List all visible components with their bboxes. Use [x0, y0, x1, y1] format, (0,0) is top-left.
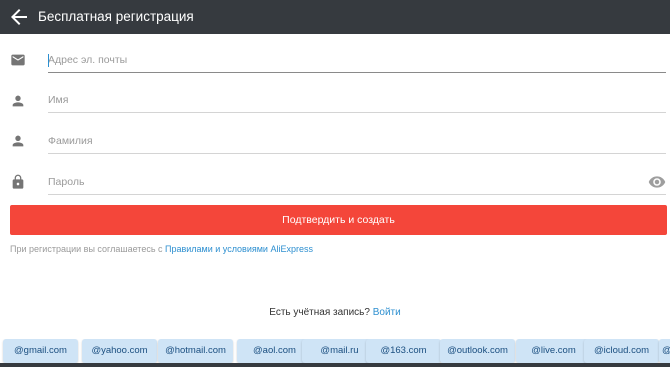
- domain-chip-live[interactable]: @live.com: [516, 339, 591, 363]
- domain-chip-partial[interactable]: @g: [659, 339, 670, 363]
- password-field[interactable]: [48, 171, 643, 193]
- domain-chip-aol[interactable]: @aol.com: [237, 339, 312, 363]
- bottom-bar: [0, 363, 670, 367]
- terms-prefix: При регистрации вы соглашаетесь с: [10, 244, 166, 254]
- login-prompt-text: Есть учётная запись?: [269, 307, 370, 318]
- show-password-toggle[interactable]: [648, 175, 666, 189]
- mail-icon: [11, 54, 25, 66]
- eye-icon: [648, 176, 666, 188]
- domain-chip-163[interactable]: @163.com: [366, 339, 441, 363]
- text-caret: [48, 54, 49, 67]
- email-underline: [48, 72, 666, 73]
- first-name-field[interactable]: [48, 89, 666, 111]
- domain-chip-gmail[interactable]: @gmail.com: [3, 339, 78, 363]
- terms-link[interactable]: Правилами и условиями AliExpress: [165, 244, 313, 254]
- email-field[interactable]: [48, 49, 666, 71]
- first-name-underline: [48, 112, 666, 113]
- page-title: Бесплатная регистрация: [38, 9, 194, 24]
- last-name-field[interactable]: [48, 130, 666, 152]
- domain-chip-outlook[interactable]: @outlook.com: [440, 339, 515, 363]
- last-name-underline: [48, 153, 666, 154]
- email-domain-chips: @gmail.com @yahoo.com @hotmail.com @aol.…: [0, 339, 670, 363]
- domain-chip-hotmail[interactable]: @hotmail.com: [158, 339, 233, 363]
- person-icon: [12, 135, 24, 147]
- password-underline: [48, 194, 666, 195]
- domain-chip-yahoo[interactable]: @yahoo.com: [82, 339, 157, 363]
- arrow-left-icon: [11, 9, 27, 25]
- submit-button[interactable]: Подтвердить и создать: [10, 205, 667, 235]
- back-button[interactable]: [7, 5, 31, 29]
- person-icon: [12, 95, 24, 107]
- domain-chip-icloud[interactable]: @icloud.com: [584, 339, 659, 363]
- lock-icon: [12, 174, 24, 189]
- app-bar: Бесплатная регистрация: [0, 0, 670, 34]
- terms-text: При регистрации вы соглашаетесь с Правил…: [10, 244, 313, 254]
- login-prompt: Есть учётная запись? Войти: [0, 307, 670, 318]
- login-link[interactable]: Войти: [373, 307, 401, 318]
